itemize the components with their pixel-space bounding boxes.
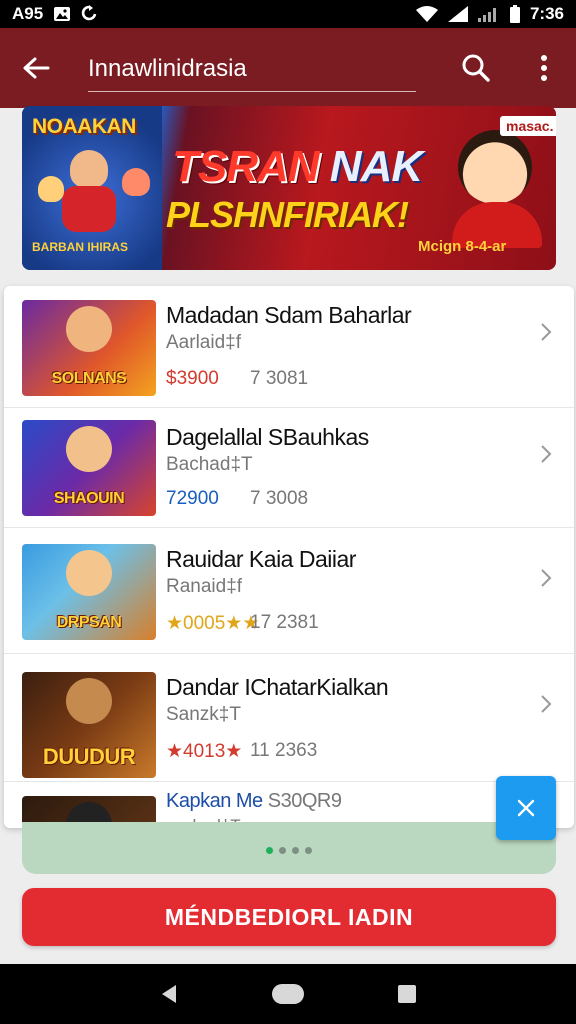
nav-home-icon: [271, 984, 304, 1004]
system-nav-bar: [0, 964, 576, 1024]
back-button[interactable]: [0, 28, 72, 108]
thumbnail-hero: [66, 550, 112, 596]
game-title: Dandar IChatarKialkan: [166, 674, 389, 700]
game-title-extra: S30QR9: [262, 790, 342, 812]
status-time: 7:36: [529, 4, 564, 23]
pager-dot[interactable]: [305, 847, 312, 854]
thumbnail-hero: [66, 306, 112, 352]
game-subtitle: Aarlaid‡f: [166, 332, 241, 353]
close-icon: [517, 799, 535, 817]
banner-headline-red: TSRAN: [172, 142, 320, 191]
game-price: ★4013★: [166, 741, 243, 762]
app-bar: Innawlinidrasia: [0, 28, 576, 108]
banner-poster-title: NOAAKAN: [32, 115, 136, 138]
game-count: 7 3081: [250, 368, 309, 389]
nav-recents-button[interactable]: [382, 974, 432, 1014]
banner-poster: NOAAKAN BARBAN IHIRAS: [22, 106, 162, 270]
game-count: 17 2381: [250, 612, 319, 633]
game-price: $3900: [166, 368, 219, 389]
poster-sidekick-figure-2: [122, 168, 150, 196]
banner-character-head: [458, 130, 532, 204]
game-thumbnail: SHAOUIN: [22, 420, 156, 516]
chevron-right-icon: [534, 566, 558, 590]
thumbnail-title: DRPSAN: [56, 614, 122, 631]
list-item[interactable]: SOLNANS Madadan Sdam Baharlar Aarlaid‡f …: [4, 286, 574, 408]
thumbnail-title: SOLNANS: [51, 370, 127, 387]
list-item[interactable]: DUUDUR Dandar IChatarKialkan Sanzk‡T ★40…: [4, 654, 574, 782]
signal-icon: [447, 6, 468, 22]
wifi-icon: [415, 6, 438, 22]
game-list: SOLNANS Madadan Sdam Baharlar Aarlaid‡f …: [4, 286, 574, 828]
banner-subheadline: PLSHNFIRIAK!: [166, 194, 409, 235]
game-title: Rauidar Kaia Daiiar: [166, 546, 356, 572]
chevron-right-icon: [534, 442, 558, 466]
thumbnail-title: SHAOUIN: [53, 490, 125, 507]
carousel-pager: [22, 822, 556, 874]
poster-hero-body: [62, 186, 116, 232]
banner-headline: TSRAN NAK: [172, 142, 423, 192]
battery-icon: [509, 5, 520, 23]
pager-dot[interactable]: [266, 847, 273, 854]
nav-home-button[interactable]: [263, 974, 313, 1014]
game-thumbnail: DUUDUR: [22, 672, 156, 778]
banner-poster-subtitle: BARBAN IHIRAS: [32, 240, 128, 254]
banner-footer-text: Mcign 8-4-ar: [418, 238, 507, 255]
sync-icon: [81, 5, 97, 23]
promo-banner[interactable]: NOAAKAN BARBAN IHIRAS TSRAN NAK PLSHNFIR…: [22, 106, 556, 270]
more-vertical-icon: [541, 55, 547, 81]
game-price: ★0005★★: [166, 613, 260, 634]
status-carrier-text: A95: [12, 4, 44, 23]
game-price: 72900: [166, 488, 219, 509]
game-count: 7 3008: [250, 488, 309, 509]
status-bar: A95 7:36: [0, 0, 576, 28]
game-thumbnail: SOLNANS: [22, 300, 156, 396]
close-button[interactable]: [496, 776, 556, 840]
game-subtitle: Ranaid‡f: [166, 576, 243, 597]
thumbnail-hero: [66, 678, 112, 724]
list-item[interactable]: DRPSAN Rauidar Kaia Daiiar Ranaid‡f ★000…: [4, 528, 574, 654]
more-options-button[interactable]: [522, 48, 566, 88]
search-icon: [462, 54, 490, 82]
banner-headline-white: NAK: [318, 142, 423, 191]
nav-back-button[interactable]: [144, 974, 194, 1014]
thumbnail-hero: [66, 426, 112, 472]
chevron-right-icon: [534, 320, 558, 344]
banner-badge: masac.: [500, 116, 556, 136]
search-button[interactable]: [452, 48, 500, 88]
nav-recents-icon: [397, 985, 416, 1003]
pager-dot[interactable]: [279, 847, 286, 854]
photo-icon: [53, 6, 71, 22]
poster-hero-figure: [70, 150, 108, 188]
nav-back-icon: [162, 985, 177, 1003]
chevron-right-icon: [534, 692, 558, 716]
game-count: 11 2363: [250, 740, 318, 761]
primary-action-button[interactable]: MÉNDBEDIORL IADIN: [22, 888, 556, 946]
thumbnail-title: DUUDUR: [42, 744, 136, 769]
game-title-main: Kapkan Me: [166, 790, 263, 812]
poster-sidekick-figure: [38, 176, 64, 202]
pager-dot[interactable]: [292, 847, 299, 854]
game-subtitle: Sanzk‡T: [166, 704, 241, 725]
game-title: Dagelallal SBauhkas: [166, 424, 369, 450]
app-bar-title: Innawlinidrasia: [88, 54, 247, 82]
game-thumbnail: DRPSAN: [22, 544, 156, 640]
game-title: Kapkan Me S30QR9: [166, 790, 342, 813]
signal-bars-icon: [477, 6, 500, 22]
list-item[interactable]: SHAOUIN Dagelallal SBauhkas Bachad‡T 729…: [4, 408, 574, 528]
search-input[interactable]: Innawlinidrasia: [88, 46, 416, 92]
game-subtitle: Bachad‡T: [166, 454, 253, 475]
arrow-left-icon: [23, 57, 50, 79]
game-title: Madadan Sdam Baharlar: [166, 302, 412, 328]
